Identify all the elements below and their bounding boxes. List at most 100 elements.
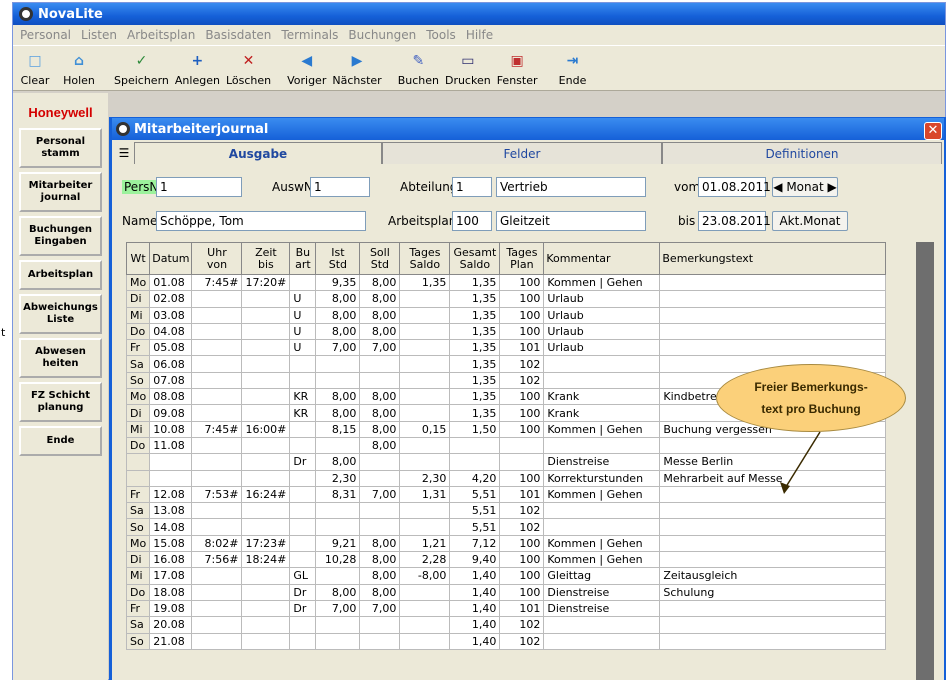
table-cell[interactable]	[315, 567, 361, 585]
table-cell[interactable]	[659, 339, 887, 357]
table-cell[interactable]: 05.08	[149, 339, 193, 357]
table-cell[interactable]	[241, 518, 291, 536]
table-cell[interactable]: 10,28	[315, 551, 361, 569]
table-cell[interactable]: Krank	[543, 404, 661, 422]
table-cell[interactable]: 16:24#	[241, 485, 291, 504]
table-cell[interactable]: U	[289, 322, 317, 341]
table-cell[interactable]	[359, 632, 401, 650]
table-cell[interactable]: 1,35	[449, 404, 501, 422]
table-cell[interactable]: 08.08	[149, 388, 193, 406]
table-cell[interactable]	[543, 355, 661, 373]
table-cell[interactable]: 100	[499, 306, 545, 324]
table-cell[interactable]: 7,00	[315, 599, 361, 618]
table-cell[interactable]: 8,00	[359, 322, 401, 341]
holen-button[interactable]: ⌂ Holen	[57, 50, 101, 87]
table-cell[interactable]: Di	[126, 290, 151, 308]
table-cell[interactable]	[191, 599, 243, 618]
column-header[interactable]: Gesamt Saldo	[449, 242, 501, 275]
table-cell[interactable]: 100	[499, 551, 545, 569]
table-cell[interactable]	[191, 453, 243, 471]
table-cell[interactable]: 9,21	[315, 534, 361, 553]
table-cell[interactable]: Mo	[126, 273, 151, 292]
table-cell[interactable]: Zeitausgleich	[659, 567, 887, 585]
table-cell[interactable]: 8,00	[359, 290, 401, 308]
table-cell[interactable]: 100	[499, 420, 545, 438]
table-cell[interactable]: 9,40	[449, 551, 501, 569]
table-cell[interactable]: Di	[126, 551, 151, 569]
table-cell[interactable]: U	[289, 306, 317, 324]
table-cell[interactable]: 102	[499, 616, 545, 634]
table-cell[interactable]	[241, 453, 291, 471]
table-cell[interactable]	[289, 551, 317, 569]
table-cell[interactable]	[289, 355, 317, 373]
table-cell[interactable]: 1,35	[449, 371, 501, 390]
table-cell[interactable]: 0,15	[399, 420, 451, 438]
table-cell[interactable]	[191, 583, 243, 601]
close-icon[interactable]: ✕	[924, 122, 942, 140]
table-cell[interactable]: 14.08	[149, 518, 193, 536]
table-cell[interactable]	[659, 485, 887, 504]
table-cell[interactable]: 102	[499, 355, 545, 373]
table-cell[interactable]: 2,30	[399, 469, 451, 487]
table-cell[interactable]	[241, 290, 291, 308]
table-cell[interactable]	[241, 355, 291, 373]
table-cell[interactable]: 02.08	[149, 290, 193, 308]
table-cell[interactable]: Krank	[543, 388, 661, 406]
sidebar-item[interactable]: Abweichungs Liste	[19, 294, 102, 334]
table-cell[interactable]: 1,35	[449, 355, 501, 373]
bis-date-field[interactable]: 23.08.2011	[698, 211, 771, 231]
table-cell[interactable]: Dr	[289, 583, 317, 601]
table-cell[interactable]: 1,40	[449, 583, 501, 601]
table-cell[interactable]: 8,00	[315, 306, 361, 324]
table-cell[interactable]: 15.08	[149, 534, 193, 553]
table-cell[interactable]	[241, 339, 291, 357]
table-row[interactable]: Do 04.08 U 8,00 8,00 1,35 100 Urlaub	[126, 322, 887, 341]
table-cell[interactable]: 01.08	[149, 273, 193, 292]
table-cell[interactable]: 1,40	[449, 567, 501, 585]
table-cell[interactable]: 8,00	[315, 290, 361, 308]
table-cell[interactable]	[399, 632, 451, 650]
table-cell[interactable]: 7,00	[359, 599, 401, 618]
table-row[interactable]: Mo 15.08 8:02# 17:23# 9,21 8,00 1,21 7,12 100 Kom…	[126, 534, 887, 553]
table-cell[interactable]	[543, 371, 661, 390]
drucken-button[interactable]: ▭ Drucken	[442, 50, 494, 87]
table-cell[interactable]	[543, 616, 661, 634]
table-cell[interactable]: 17:20#	[241, 273, 291, 292]
table-cell[interactable]: 102	[499, 632, 545, 650]
table-cell[interactable]: Schulung	[659, 583, 887, 601]
table-cell[interactable]	[359, 355, 401, 373]
table-cell[interactable]	[289, 436, 317, 455]
table-cell[interactable]: 8,00	[359, 420, 401, 438]
table-cell[interactable]	[191, 306, 243, 324]
table-row[interactable]: Do 11.08 8,00	[126, 436, 887, 455]
table-cell[interactable]: 16.08	[149, 551, 193, 569]
table-cell[interactable]: 20.08	[149, 616, 193, 634]
list-icon[interactable]: ☰	[114, 142, 134, 164]
table-cell[interactable]: -8,00	[399, 567, 451, 585]
table-cell[interactable]: 100	[499, 469, 545, 487]
table-cell[interactable]	[659, 534, 887, 553]
table-cell[interactable]	[191, 371, 243, 390]
table-cell[interactable]: 8,00	[315, 322, 361, 341]
table-cell[interactable]: 5,51	[449, 485, 501, 504]
table-cell[interactable]: Mi	[126, 306, 151, 324]
akt-monat-button[interactable]: Akt.Monat	[772, 211, 848, 231]
table-cell[interactable]: Mo	[126, 534, 151, 553]
table-cell[interactable]: 7:56#	[191, 551, 243, 569]
table-cell[interactable]: Mo	[126, 388, 151, 406]
tab-ausgabe[interactable]: Ausgabe	[134, 142, 382, 164]
table-cell[interactable]	[499, 436, 545, 455]
table-cell[interactable]: So	[126, 632, 151, 650]
column-header[interactable]: Zeit bis	[241, 242, 291, 275]
table-cell[interactable]	[399, 616, 451, 634]
table-cell[interactable]: Mi	[126, 420, 151, 438]
table-cell[interactable]: 1,40	[449, 632, 501, 650]
table-cell[interactable]	[289, 502, 317, 520]
menu-item[interactable]: Listen	[76, 28, 122, 42]
table-cell[interactable]: 1,35	[399, 273, 451, 292]
table-cell[interactable]	[289, 469, 317, 487]
table-cell[interactable]: So	[126, 518, 151, 536]
table-cell[interactable]	[659, 599, 887, 618]
table-cell[interactable]: 101	[499, 485, 545, 504]
table-cell[interactable]: Urlaub	[543, 339, 661, 357]
